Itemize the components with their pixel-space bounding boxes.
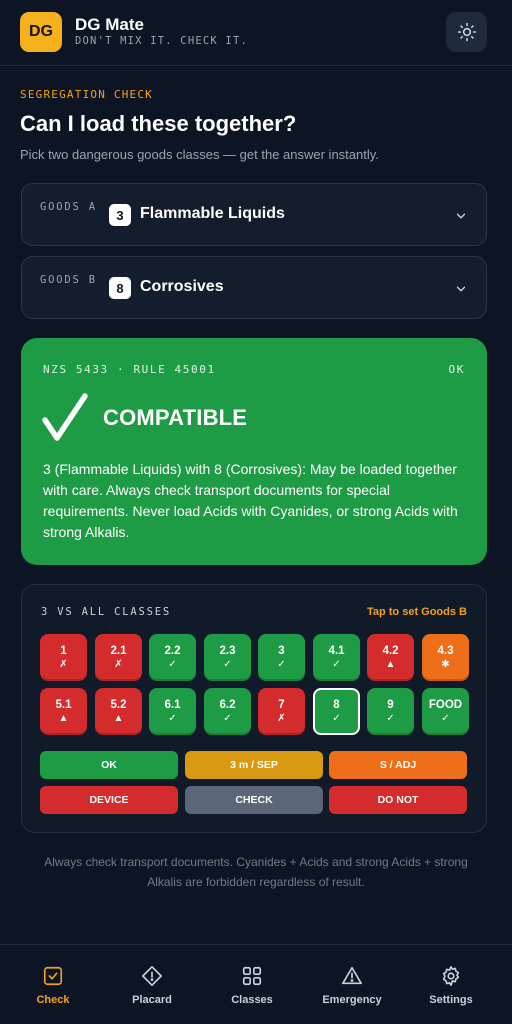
tab-check-label: Check xyxy=(36,994,70,1006)
class-cell-label: 6.2 xyxy=(219,698,236,711)
tab-settings-label: Settings xyxy=(429,994,473,1006)
class-cell[interactable]: 4.2 ▲ xyxy=(367,634,414,681)
class-cell[interactable]: 1 ✗ xyxy=(40,634,87,681)
class-cell-status-icon: ✓ xyxy=(168,658,177,670)
class-cell-label: 7 xyxy=(278,698,285,711)
tab-emergency[interactable]: Emergency xyxy=(302,945,402,1024)
class-cell[interactable]: 3 ✓ xyxy=(258,634,305,681)
goods-a-select[interactable]: GOODS A 3 Flammable Liquids xyxy=(21,183,487,246)
class-cell-status-icon: ✓ xyxy=(441,712,450,724)
result-description: 3 (Flammable Liquids) with 8 (Corrosives… xyxy=(43,461,458,540)
class-cell-label: 2.1 xyxy=(110,644,127,657)
class-cell[interactable]: 4.3 ✱ xyxy=(422,634,469,681)
legend-badge: S / ADJ xyxy=(329,751,467,779)
warning-triangle-icon xyxy=(342,966,362,985)
class-cell-status-icon: ✱ xyxy=(441,658,450,670)
class-cell-status-icon: ✓ xyxy=(277,658,286,670)
legend-badge: DEVICE xyxy=(40,786,178,814)
class-cell-status-icon: ▲ xyxy=(58,712,69,724)
class-cell-label: 6.1 xyxy=(164,698,181,711)
class-cell[interactable]: 2.1 ✗ xyxy=(95,634,142,681)
checkmark-icon xyxy=(42,393,88,441)
app-header: DG DG Mate DON'T MIX IT. CHECK IT. xyxy=(0,0,512,66)
matrix-hint: Tap to set Goods B xyxy=(366,606,467,618)
compatibility-matrix: 3 VS ALL CLASSES Tap to set Goods B 1 ✗ 2.… xyxy=(21,584,487,833)
class-cell-label: 5.2 xyxy=(110,698,127,711)
legend-badge: CHECK xyxy=(185,786,323,814)
result-card: NZS 5433 · RULE 45001 OK COMPATIBLE 3 (F… xyxy=(21,338,487,565)
gear-icon xyxy=(442,966,460,986)
goods-b-class-name: Corrosives xyxy=(140,278,224,295)
section-eyebrow: SEGREGATION CHECK xyxy=(20,88,153,101)
tab-classes[interactable]: Classes xyxy=(202,945,302,1024)
class-cell-label: FOOD xyxy=(428,698,463,711)
class-cell[interactable]: 8 ✓ xyxy=(313,688,360,735)
legend-badge: 3 m / SEP xyxy=(185,751,323,779)
class-cell[interactable]: 6.1 ✓ xyxy=(149,688,196,735)
goods-b-class-number: 8 xyxy=(109,277,131,299)
tab-check[interactable]: Check xyxy=(3,945,103,1024)
class-cell-status-icon: ✓ xyxy=(332,658,341,670)
chevron-down-icon xyxy=(456,213,466,219)
app-logo: DG xyxy=(20,12,62,52)
class-cell-label: 2.3 xyxy=(219,644,236,657)
class-cell-status-icon: ✓ xyxy=(223,712,232,724)
class-cell-label: 1 xyxy=(60,644,67,657)
class-cell-status-icon: ▲ xyxy=(113,712,124,724)
goods-b-select[interactable]: GOODS B 8 Corrosives xyxy=(21,256,487,319)
class-cell[interactable]: 4.1 ✓ xyxy=(313,634,360,681)
class-cell-status-icon: ✓ xyxy=(223,658,232,670)
chevron-down-icon xyxy=(456,286,466,292)
theme-toggle-button[interactable] xyxy=(446,12,487,52)
goods-a-class-name: Flammable Liquids xyxy=(140,205,285,222)
class-cell[interactable]: FOOD ✓ xyxy=(422,688,469,735)
app-tagline: DON'T MIX IT. CHECK IT. xyxy=(75,35,248,47)
app-title: DG Mate xyxy=(75,15,144,34)
class-cell-label: 4.3 xyxy=(437,644,454,657)
tab-emergency-label: Emergency xyxy=(322,994,382,1006)
class-cell[interactable]: 9 ✓ xyxy=(367,688,414,735)
sun-icon xyxy=(457,22,476,42)
class-cell[interactable]: 5.1 ▲ xyxy=(40,688,87,735)
class-cell-label: 3 xyxy=(278,644,285,657)
class-cell[interactable]: 2.3 ✓ xyxy=(204,634,251,681)
page-subtitle: Pick two dangerous goods classes — get t… xyxy=(20,147,379,162)
class-cell-label: 8 xyxy=(333,698,340,711)
class-cell[interactable]: 6.2 ✓ xyxy=(204,688,251,735)
class-cell[interactable]: 5.2 ▲ xyxy=(95,688,142,735)
class-cell-status-icon: ✓ xyxy=(386,712,395,724)
class-cell[interactable]: 7 ✗ xyxy=(258,688,305,735)
tab-classes-label: Classes xyxy=(231,994,273,1006)
bottom-tab-bar: Check Placard Classes Emergency Settings xyxy=(0,944,512,1024)
tab-settings[interactable]: Settings xyxy=(401,945,501,1024)
page-title: Can I load these together? xyxy=(20,111,297,136)
legend-badge: DO NOT xyxy=(329,786,467,814)
tab-placard-label: Placard xyxy=(132,994,172,1006)
goods-b-label: GOODS B xyxy=(40,274,97,286)
result-verdict: COMPATIBLE xyxy=(103,405,248,430)
class-cell-status-icon: ✓ xyxy=(332,712,341,724)
class-cell-label: 5.1 xyxy=(55,698,72,711)
class-cell-status-icon: ✗ xyxy=(277,712,286,724)
result-status: OK xyxy=(448,363,465,376)
result-rule: NZS 5433 · RULE 45001 xyxy=(43,363,216,376)
check-square-icon xyxy=(43,966,63,986)
grid-icon xyxy=(242,966,262,986)
goods-a-class-number: 3 xyxy=(109,204,131,226)
class-cell-label: 4.1 xyxy=(328,644,345,657)
class-cell-label: 9 xyxy=(387,698,394,711)
class-cell-status-icon: ✓ xyxy=(168,712,177,724)
class-cell-status-icon: ▲ xyxy=(385,658,396,670)
footnote: Always check transport documents. Cyanid… xyxy=(44,855,468,889)
matrix-title: 3 VS ALL CLASSES xyxy=(41,606,171,618)
class-cell-status-icon: ✗ xyxy=(59,658,68,670)
class-cell-status-icon: ✗ xyxy=(114,658,123,670)
tab-placard[interactable]: Placard xyxy=(102,945,202,1024)
goods-a-label: GOODS A xyxy=(40,201,97,213)
class-cell-label: 2.2 xyxy=(164,644,181,657)
class-cell[interactable]: 2.2 ✓ xyxy=(149,634,196,681)
class-cell-label: 4.2 xyxy=(382,644,399,657)
placard-diamond-icon xyxy=(142,966,162,986)
legend-badge: OK xyxy=(40,751,178,779)
